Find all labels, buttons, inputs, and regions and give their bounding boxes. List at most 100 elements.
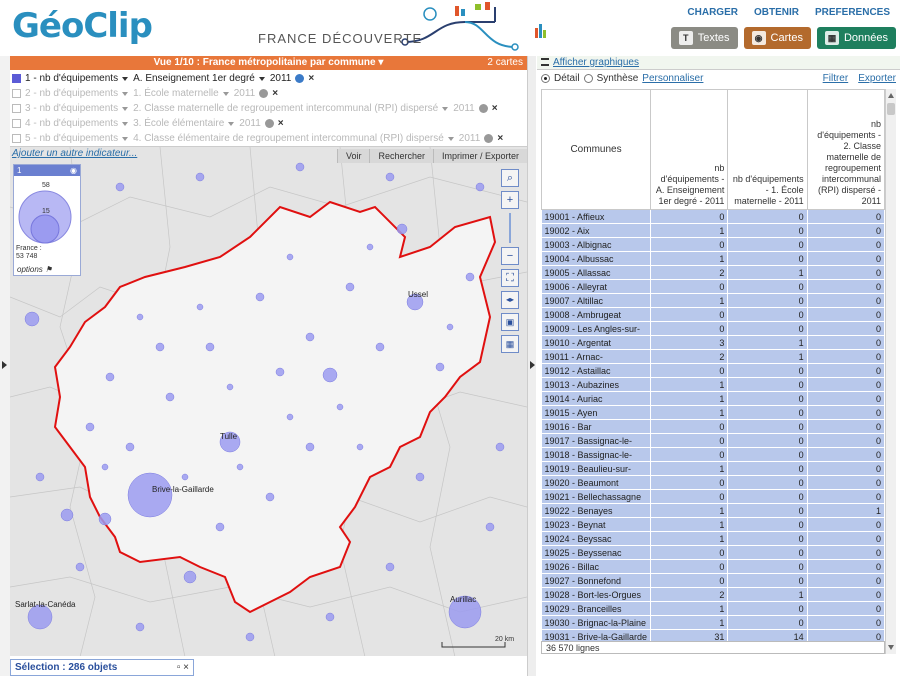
cell-value[interactable]: 0 — [727, 377, 808, 392]
cell-value[interactable]: 1 — [650, 223, 729, 238]
minimize-icon[interactable]: ▫ — [177, 662, 181, 673]
bubble[interactable] — [85, 422, 95, 432]
cell-value[interactable]: 0 — [650, 363, 729, 378]
bubble[interactable] — [325, 612, 335, 622]
cell-value[interactable]: 0 — [650, 237, 729, 252]
indicator-checkbox[interactable] — [12, 134, 21, 143]
table-row[interactable]: 19020 - Beaumont 0 0 0 — [541, 475, 886, 490]
table-row[interactable]: 19006 - Alleyrat 0 0 0 — [541, 279, 886, 294]
indicator-year[interactable]: 2011 — [239, 118, 261, 129]
cell-value[interactable]: 0 — [807, 349, 886, 364]
indicator-row[interactable]: 1 - nb d'équipements A. Enseignement 1er… — [10, 71, 527, 86]
scroll-up-icon[interactable] — [888, 93, 894, 98]
bubble[interactable] — [345, 282, 355, 292]
indicator-sub[interactable]: A. Enseignement 1er degré — [133, 73, 255, 84]
cell-commune[interactable]: 19024 - Beyssac — [541, 531, 652, 546]
cell-value[interactable]: 0 — [807, 391, 886, 406]
cell-value[interactable]: 0 — [807, 363, 886, 378]
table-row[interactable]: 19007 - Altillac 1 0 0 — [541, 293, 886, 308]
indicator-checkbox[interactable] — [12, 104, 21, 113]
cell-value[interactable]: 0 — [727, 573, 808, 588]
indicator-sub[interactable]: 4. Classe élémentaire de regroupement in… — [133, 133, 444, 144]
table-row[interactable]: 19021 - Bellechassagne 0 0 0 — [541, 489, 886, 504]
table-row[interactable]: 19011 - Arnac- 2 1 0 — [541, 349, 886, 364]
table-row[interactable]: 19016 - Bar 0 0 0 — [541, 419, 886, 434]
panel-divider[interactable] — [527, 56, 536, 676]
legend-options-label[interactable]: options — [17, 265, 43, 274]
cell-value[interactable]: 0 — [807, 447, 886, 462]
cell-value[interactable]: 0 — [807, 531, 886, 546]
cell-value[interactable]: 0 — [807, 601, 886, 616]
table-row[interactable]: 19001 - Affieux 0 0 0 — [541, 209, 886, 224]
cell-value[interactable]: 1 — [650, 377, 729, 392]
radio-synthese[interactable] — [583, 73, 593, 83]
tab-textes[interactable]: T Textes — [670, 27, 738, 49]
bubble[interactable] — [236, 463, 244, 471]
cell-value[interactable]: 0 — [727, 475, 808, 490]
remove-icon[interactable]: × — [278, 118, 284, 129]
table-row[interactable]: 19013 - Aubazines 1 0 0 — [541, 377, 886, 392]
cell-value[interactable]: 0 — [807, 307, 886, 322]
col-header-ind1[interactable]: nb d'équipements - A. Enseignement 1er d… — [650, 89, 729, 210]
cell-value[interactable]: 0 — [807, 419, 886, 434]
bubble[interactable] — [356, 443, 364, 451]
indicator-row[interactable]: 4 - nb d'équipements 3. École élémentair… — [10, 116, 527, 131]
cell-value[interactable]: 0 — [650, 573, 729, 588]
cell-value[interactable]: 0 — [650, 489, 729, 504]
table-row[interactable]: 19029 - Branceilles 1 0 0 — [541, 601, 886, 616]
cell-value[interactable]: 0 — [650, 209, 729, 224]
bubble[interactable] — [205, 342, 215, 352]
cell-value[interactable]: 0 — [807, 475, 886, 490]
cell-value[interactable]: 0 — [727, 461, 808, 476]
cell-value[interactable]: 1 — [727, 265, 808, 280]
cell-value[interactable]: 1 — [650, 517, 729, 532]
close-icon[interactable]: × — [183, 662, 189, 673]
cell-commune[interactable]: 19006 - Alleyrat — [541, 279, 652, 294]
cell-value[interactable]: 0 — [727, 391, 808, 406]
table-row[interactable]: 19023 - Beynat 1 0 0 — [541, 517, 886, 532]
info-icon[interactable] — [259, 89, 269, 98]
cell-commune[interactable]: 19012 - Astaillac — [541, 363, 652, 378]
col-header-communes[interactable]: Communes — [540, 89, 652, 210]
cell-value[interactable]: 0 — [727, 405, 808, 420]
add-indicator-link[interactable]: Ajouter un autre indicateur... — [12, 148, 137, 159]
table-row[interactable]: 19002 - Aix 1 0 0 — [541, 223, 886, 238]
cell-value[interactable]: 1 — [650, 251, 729, 266]
bubble[interactable] — [181, 473, 189, 481]
bubble[interactable] — [305, 332, 315, 342]
bubble[interactable] — [366, 243, 374, 251]
cell-value[interactable]: 0 — [807, 237, 886, 252]
cell-commune[interactable]: 19018 - Bassignac-le- — [541, 447, 652, 462]
bubble[interactable] — [245, 632, 255, 642]
table-row[interactable]: 19005 - Allassac 2 1 0 — [541, 265, 886, 280]
cell-value[interactable]: 0 — [650, 475, 729, 490]
cell-value[interactable]: 1 — [650, 461, 729, 476]
cell-value[interactable]: 0 — [650, 559, 729, 574]
cell-commune[interactable]: 19022 - Benayes — [541, 503, 652, 518]
bubble[interactable] — [165, 392, 175, 402]
cell-value[interactable]: 0 — [807, 615, 886, 630]
cell-value[interactable]: 0 — [727, 363, 808, 378]
cell-value[interactable]: 0 — [727, 209, 808, 224]
cell-value[interactable]: 2 — [650, 349, 729, 364]
graph-toggle[interactable]: Afficher graphiques — [537, 56, 900, 70]
info-icon[interactable] — [295, 74, 305, 83]
map-canvas[interactable]: Ussel Tulle Brive-la-Gaillarde Sarlat-la… — [10, 146, 527, 656]
cell-value[interactable]: 0 — [807, 279, 886, 294]
cell-value[interactable]: 0 — [727, 237, 808, 252]
cell-value[interactable]: 1 — [650, 391, 729, 406]
bubble[interactable] — [305, 442, 315, 452]
bubble[interactable] — [396, 223, 408, 235]
cell-commune[interactable]: 19005 - Allassac — [541, 265, 652, 280]
table-row[interactable]: 19030 - Brignac-la-Plaine 1 0 0 — [541, 615, 886, 630]
cell-value[interactable]: 0 — [650, 545, 729, 560]
table-row[interactable]: 19027 - Bonnefond 0 0 0 — [541, 573, 886, 588]
indicator-checkbox[interactable] — [12, 89, 21, 98]
tool-imprimer[interactable]: Imprimer / Exporter — [432, 149, 527, 163]
table-row[interactable]: 19024 - Beyssac 1 0 0 — [541, 531, 886, 546]
cell-value[interactable]: 0 — [807, 489, 886, 504]
indicator-sub[interactable]: 1. École maternelle — [133, 88, 219, 99]
indicator-row[interactable]: 2 - nb d'équipements 1. École maternelle… — [10, 86, 527, 101]
cell-value[interactable]: 0 — [727, 615, 808, 630]
cell-value[interactable]: 0 — [727, 545, 808, 560]
